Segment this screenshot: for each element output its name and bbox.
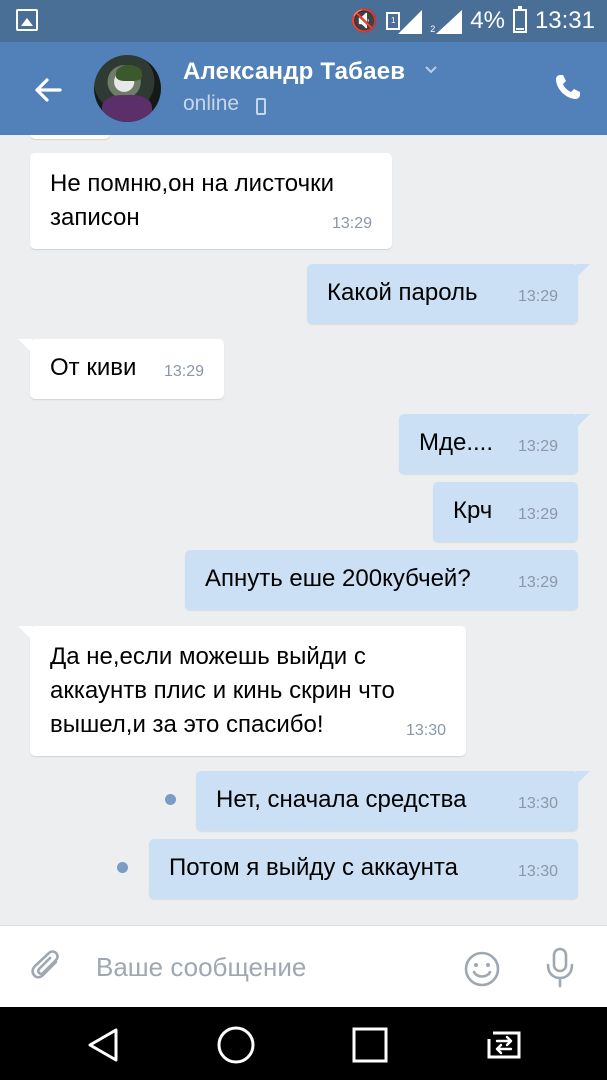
message-time: 13:29 (331, 215, 372, 232)
compose-bar (0, 925, 607, 1007)
message-text: Апнуть еше 200кубчей? (205, 565, 471, 592)
contact-status: online (183, 92, 240, 115)
message-list[interactable]: Не помню,он на листочки записон 13:29 Ка… (0, 135, 607, 925)
message-text: Потом я выйду с аккаунта (169, 854, 458, 881)
network-icon: 1 4G+ (386, 8, 424, 34)
message-time: 13:29 (163, 363, 204, 380)
message-bubble-incoming[interactable]: Да не,если можешь выйди с аккаунтв плис … (18, 626, 466, 756)
mobile-icon (256, 98, 266, 115)
clock: 13:31 (534, 7, 595, 34)
message-text: Нет, сначала средства (216, 786, 467, 813)
avatar[interactable] (94, 55, 161, 122)
message-text: Да не,если можешь выйди с (50, 643, 366, 670)
message-time: 13:29 (517, 438, 558, 455)
system-nav-bar (0, 1007, 607, 1080)
message-time: 13:29 (517, 288, 558, 305)
gallery-notification-icon (16, 9, 38, 31)
message-bubble-partial[interactable] (30, 135, 110, 139)
message-time: 13:30 (405, 722, 446, 739)
message-time: 13:29 (517, 506, 558, 523)
phone-icon[interactable] (553, 72, 583, 102)
message-text: вышел,и за это спасибо! (50, 711, 324, 738)
signal-icon: 2 (430, 8, 463, 34)
status-icons: 🔇 1 4G+ 2 4% 13:31 (351, 0, 595, 42)
mic-icon[interactable] (540, 946, 580, 990)
message-text: записон (50, 204, 140, 231)
unread-indicator (165, 794, 176, 805)
message-input[interactable] (96, 944, 436, 990)
battery-icon (512, 6, 527, 33)
chevron-down-icon[interactable] (424, 62, 438, 76)
message-time: 13:30 (517, 863, 558, 880)
attach-icon[interactable] (28, 948, 68, 988)
message-time: 13:29 (517, 574, 558, 591)
message-bubble-outgoing[interactable]: Апнуть еше 200кубчей? 13:29 (185, 550, 578, 610)
message-time: 13:30 (517, 795, 558, 812)
message-text: аккаунтв плис и кинь скрин что (50, 677, 395, 704)
back-arrow-icon[interactable] (28, 70, 68, 110)
nav-recents-icon[interactable] (350, 1025, 390, 1065)
nav-back-icon[interactable] (84, 1025, 124, 1065)
message-text: Не помню,он на листочки (50, 170, 335, 197)
status-bar: 🔇 1 4G+ 2 4% 13:31 (0, 0, 607, 42)
message-bubble-incoming[interactable]: От киви 13:29 (18, 339, 224, 399)
message-bubble-outgoing[interactable]: Потом я выйду с аккаунта 13:30 (149, 839, 578, 899)
contact-name[interactable]: Александр Табаев (183, 58, 405, 86)
message-bubble-outgoing[interactable]: Какой пароль 13:29 (307, 264, 590, 324)
unread-indicator (117, 862, 128, 873)
message-bubble-outgoing[interactable]: Крч 13:29 (433, 482, 578, 542)
message-bubble-outgoing[interactable]: Мде.... 13:29 (399, 414, 590, 474)
mute-icon: 🔇 (350, 8, 379, 33)
message-bubble-incoming[interactable]: Не помню,он на листочки записон 13:29 (30, 153, 392, 249)
nav-switch-icon[interactable] (481, 1025, 527, 1065)
nav-home-icon[interactable] (216, 1025, 256, 1065)
message-bubble-outgoing[interactable]: Нет, сначала средства 13:30 (196, 771, 590, 831)
battery-percent: 4% (470, 7, 505, 34)
emoji-icon[interactable] (462, 949, 502, 989)
chat-header: Александр Табаев online (0, 42, 607, 135)
